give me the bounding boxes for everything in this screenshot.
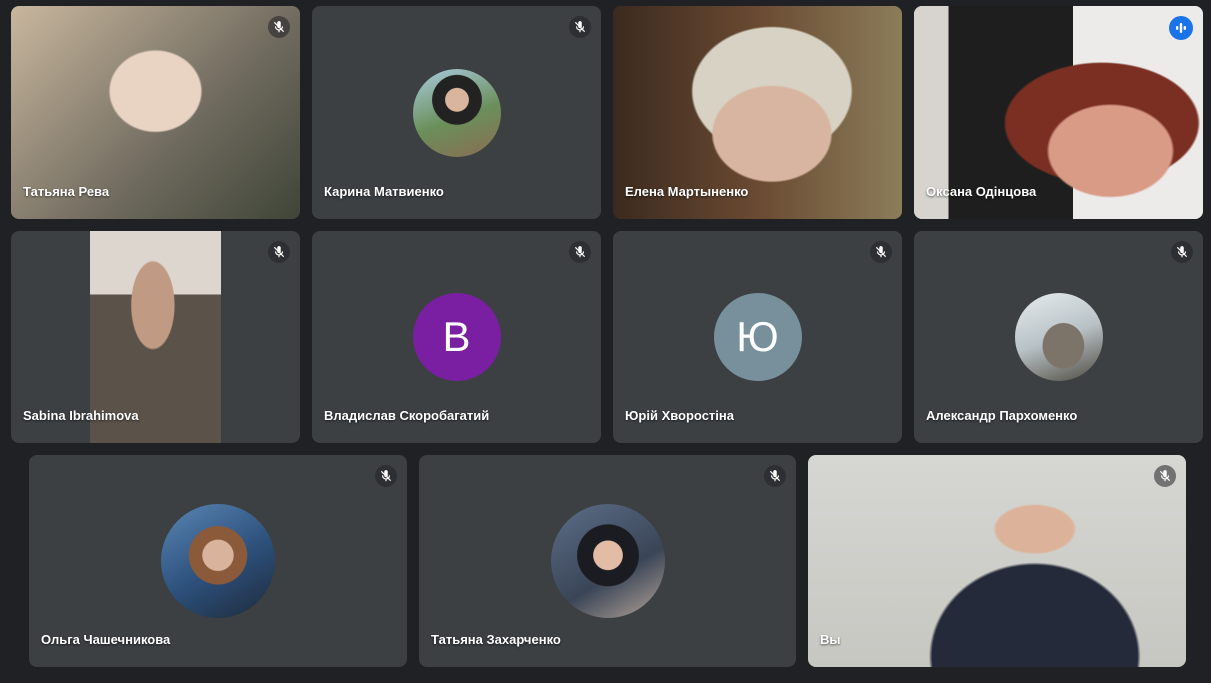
participant-avatar: В <box>412 293 501 381</box>
participant-name: Елена Мартыненко <box>625 184 749 199</box>
mic-off-icon <box>569 16 591 38</box>
mic-off-icon <box>764 465 786 487</box>
participant-name: Юрій Хворостіна <box>625 408 734 423</box>
participant-video <box>808 455 1186 667</box>
participant-tile[interactable]: Ю Юрій Хворостіна <box>613 231 902 443</box>
mic-off-icon <box>1171 241 1193 263</box>
mic-off-icon <box>268 241 290 263</box>
participant-tile[interactable]: Sabina Ibrahimova <box>11 231 300 443</box>
participant-tile[interactable]: Татьяна Захарченко <box>419 455 796 667</box>
mic-off-icon <box>268 16 290 38</box>
participant-tile-active-speaker[interactable]: Оксана Одінцова <box>914 6 1203 219</box>
audio-level-icon <box>1169 16 1193 40</box>
participant-name: Вы <box>820 632 841 647</box>
mic-off-icon <box>375 465 397 487</box>
participant-name: Оксана Одінцова <box>926 184 1037 199</box>
participant-tile-self[interactable]: Вы <box>808 455 1186 667</box>
participant-name: Татьяна Захарченко <box>431 632 561 647</box>
mic-off-icon <box>870 241 892 263</box>
participant-avatar: Ю <box>713 293 802 381</box>
participant-tile[interactable]: Ольга Чашечникова <box>29 455 407 667</box>
mic-off-icon <box>569 241 591 263</box>
participant-tile[interactable]: Карина Матвиенко <box>312 6 601 219</box>
participant-name: Sabina Ibrahimova <box>23 408 139 423</box>
participant-avatar <box>412 68 501 157</box>
mic-off-icon <box>1154 465 1176 487</box>
meeting-grid: Татьяна Рева Карина Матвиенко Елена Март… <box>0 0 1211 683</box>
participant-tile[interactable]: Александр Пархоменко <box>914 231 1203 443</box>
participant-tile[interactable]: Елена Мартыненко <box>613 6 902 219</box>
participant-avatar <box>550 504 665 618</box>
participant-name: Карина Матвиенко <box>324 184 444 199</box>
participant-name: Владислав Скоробагатий <box>324 408 490 423</box>
participant-tile[interactable]: В Владислав Скоробагатий <box>312 231 601 443</box>
participant-tile[interactable]: Татьяна Рева <box>11 6 300 219</box>
participant-name: Александр Пархоменко <box>926 408 1078 423</box>
participant-avatar <box>161 504 275 618</box>
participant-name: Ольга Чашечникова <box>41 632 171 647</box>
participant-avatar <box>1014 293 1103 381</box>
participant-name: Татьяна Рева <box>23 184 110 199</box>
